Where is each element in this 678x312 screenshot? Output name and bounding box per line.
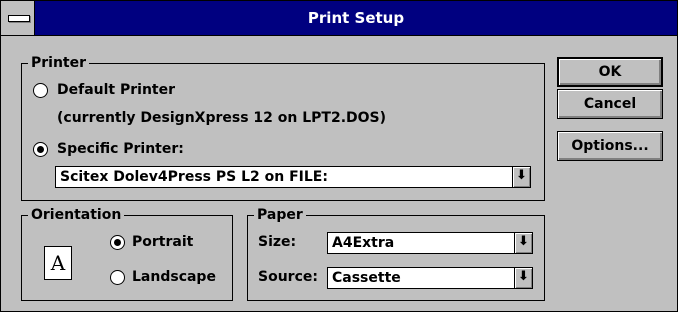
paper-size-dropdown-button[interactable]: ⬇ (514, 233, 532, 253)
dialog-title: Print Setup (307, 9, 405, 27)
paper-source-label: Source: (258, 269, 318, 285)
ok-button[interactable]: OK (557, 57, 663, 87)
system-menu-button[interactable] (1, 1, 35, 35)
cancel-button[interactable]: Cancel (557, 89, 663, 119)
specific-printer-dropdown-button[interactable]: ⬇ (512, 167, 530, 187)
options-button[interactable]: Options... (557, 131, 663, 161)
paper-source-select[interactable]: Cassette ⬇ (327, 267, 533, 289)
paper-group: Paper Size: A4Extra ⬇ Source: Cassette ⬇ (247, 206, 545, 301)
orientation-group: Orientation A Portrait Landscape (21, 206, 233, 301)
specific-printer-select[interactable]: Scitex Dolev4Press PS L2 on FILE: ⬇ (55, 166, 531, 188)
specific-printer-value: Scitex Dolev4Press PS L2 on FILE: (60, 169, 328, 185)
orientation-group-legend: Orientation (28, 206, 125, 224)
paper-source-dropdown-button[interactable]: ⬇ (514, 268, 532, 288)
print-setup-dialog: Print Setup Printer Default Printer (cur… (0, 0, 678, 312)
portrait-label[interactable]: Portrait (132, 233, 193, 251)
default-printer-radio[interactable] (33, 83, 48, 98)
dropdown-arrow-icon: ⬇ (516, 168, 527, 183)
default-printer-label[interactable]: Default Printer (57, 81, 175, 99)
portrait-page-icon: A (44, 246, 72, 280)
printer-group-legend: Printer (28, 54, 90, 72)
printer-group: Printer Default Printer (currently Desig… (21, 54, 545, 201)
landscape-radio[interactable] (110, 270, 125, 285)
title-bar[interactable]: Print Setup (1, 1, 677, 36)
dropdown-arrow-icon: ⬇ (518, 269, 529, 284)
landscape-label[interactable]: Landscape (132, 268, 216, 286)
dropdown-arrow-icon: ⬇ (518, 234, 529, 249)
specific-printer-label[interactable]: Specific Printer: (57, 140, 184, 158)
portrait-radio[interactable] (110, 235, 125, 250)
default-printer-detail: (currently DesignXpress 12 on LPT2.DOS) (57, 110, 387, 126)
paper-source-value: Cassette (332, 270, 401, 286)
specific-printer-radio[interactable] (33, 142, 48, 157)
paper-size-label: Size: (258, 234, 297, 250)
paper-group-legend: Paper (254, 206, 306, 224)
system-menu-icon (8, 15, 30, 22)
paper-size-value: A4Extra (332, 235, 395, 251)
paper-size-select[interactable]: A4Extra ⬇ (327, 232, 533, 254)
